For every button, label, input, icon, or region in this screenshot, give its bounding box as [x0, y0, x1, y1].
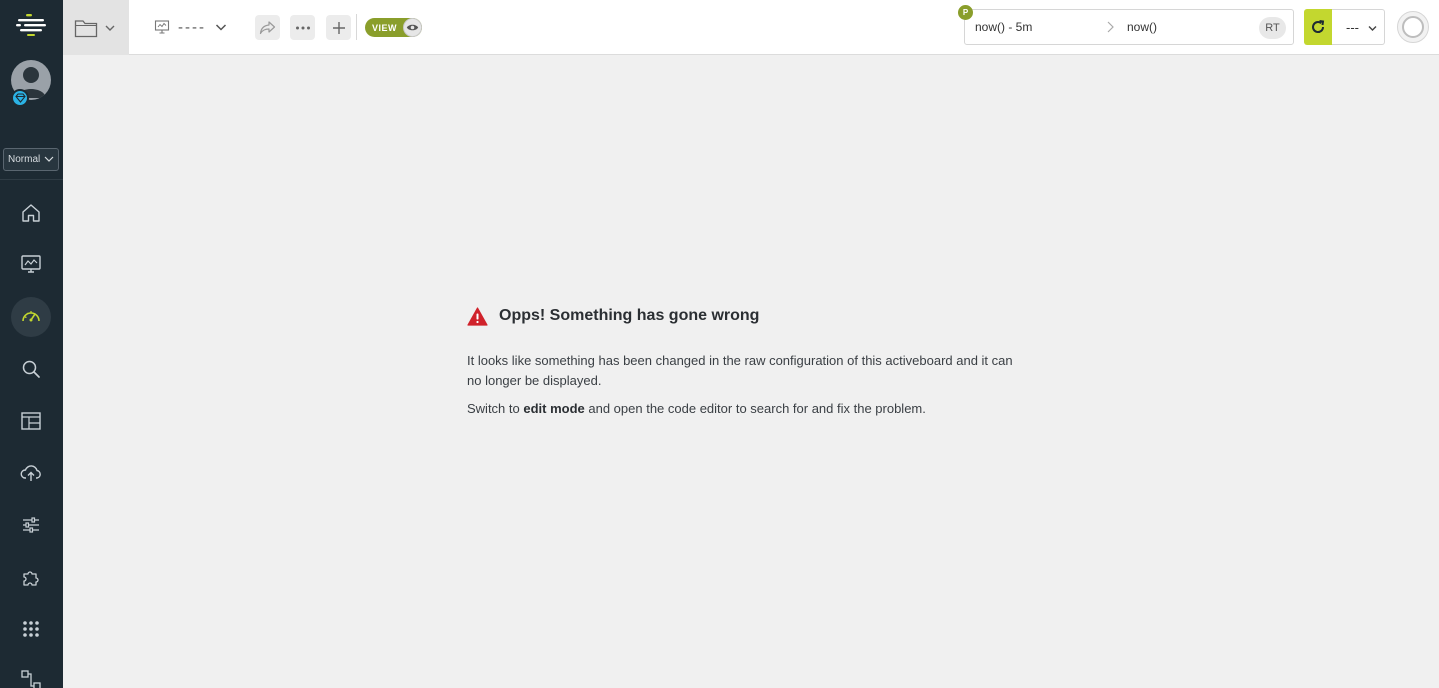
mode-select-value: Normal [8, 154, 41, 165]
board-name: ---- [178, 18, 206, 36]
dashboard-icon[interactable] [11, 297, 51, 337]
share-arrow-icon [259, 21, 276, 35]
error-instruction: Switch to edit mode and open the code ed… [467, 399, 1027, 419]
eye-icon [403, 18, 422, 37]
more-options-button[interactable] [290, 15, 315, 40]
error-description: It looks like something has been changed… [467, 353, 1013, 388]
monitor-icon[interactable] [11, 244, 51, 284]
sliders-icon[interactable] [11, 505, 51, 545]
time-from-input[interactable]: now() - 5m [975, 20, 1032, 34]
puzzle-icon[interactable] [11, 557, 51, 597]
sidebar-divider [0, 179, 63, 180]
home-icon[interactable] [11, 193, 51, 233]
preset-badge: P [958, 5, 973, 20]
view-toggle-label: VIEW [372, 22, 398, 33]
edit-mode-link: edit mode [523, 401, 585, 416]
apps-grid-icon[interactable] [11, 609, 51, 649]
chevron-down-icon [1368, 26, 1377, 31]
folder-button[interactable] [63, 0, 129, 55]
monitor-icon [154, 20, 170, 34]
search-icon[interactable] [11, 349, 51, 389]
layout-icon[interactable] [11, 401, 51, 441]
share-button[interactable] [255, 15, 280, 40]
folder-icon [74, 19, 98, 37]
connection-status-indicator[interactable] [1397, 11, 1429, 43]
refresh-icon [1312, 20, 1325, 33]
time-to-input[interactable]: now() [1127, 20, 1157, 34]
plus-icon [332, 21, 345, 34]
view-mode-toggle[interactable]: VIEW [365, 18, 422, 37]
app-logo-icon[interactable] [14, 12, 48, 36]
cloud-upload-icon[interactable] [11, 453, 51, 493]
refresh-interval-value: --- [1346, 19, 1359, 35]
ellipsis-icon [295, 26, 310, 29]
chevron-right-icon [1107, 21, 1114, 33]
workflow-icon[interactable] [11, 660, 51, 688]
sidebar: Normal [0, 0, 63, 688]
error-instruction-prefix: Switch to [467, 401, 524, 416]
warning-triangle-icon [467, 306, 488, 326]
realtime-button[interactable]: RT [1259, 17, 1286, 39]
time-range-picker[interactable]: P now() - 5m now() RT [958, 5, 1294, 45]
error-message-panel: Opps! Something has gone wrong It looks … [467, 305, 1027, 419]
refresh-interval-select[interactable]: --- [1332, 9, 1385, 45]
chevron-down-icon [44, 156, 54, 162]
diamond-icon [11, 89, 29, 107]
board-select[interactable]: ---- [154, 14, 228, 40]
top-header: ---- VIEW P now() - 5m now() RT --- [63, 0, 1439, 55]
mode-select[interactable]: Normal [3, 148, 59, 171]
error-instruction-suffix: and open the code editor to search for a… [584, 401, 926, 416]
error-title: Opps! Something has gone wrong [499, 307, 760, 324]
add-widget-button[interactable] [326, 15, 351, 40]
status-ring-icon [1402, 16, 1424, 38]
header-divider [356, 14, 357, 40]
chevron-down-icon [105, 25, 115, 31]
chevron-down-icon [215, 24, 227, 31]
refresh-button[interactable] [1304, 9, 1332, 45]
